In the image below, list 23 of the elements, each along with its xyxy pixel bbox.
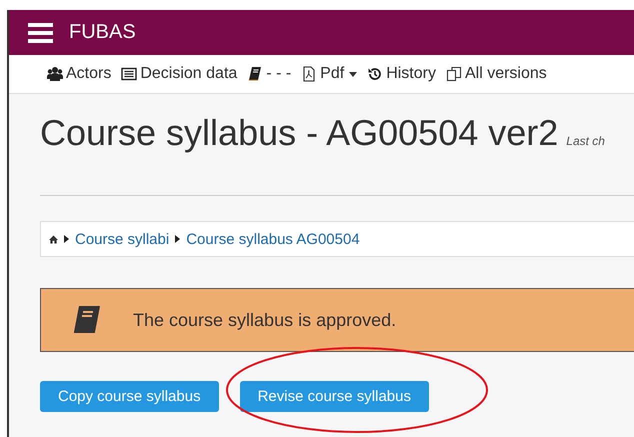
app-title: FUBAS <box>69 21 136 44</box>
book-icon <box>247 66 264 82</box>
toolbar-button[interactable]: Pdf <box>301 65 358 83</box>
users-icon <box>47 66 63 82</box>
pdf-file-icon <box>301 66 318 82</box>
toolbar-button[interactable]: All versions <box>446 65 547 83</box>
toolbar-button[interactable]: Actors <box>47 65 112 83</box>
toolbar-button[interactable]: Decision data <box>121 65 238 83</box>
book-icon <box>71 304 103 336</box>
chevron-icon <box>64 235 69 243</box>
history-icon <box>367 66 384 82</box>
toolbar-button[interactable]: History <box>367 65 436 83</box>
chevron-icon <box>175 235 180 243</box>
toolbar-button[interactable]: - - - <box>247 65 292 83</box>
page-title: Course syllabus - AG00504 ver2 <box>40 112 558 154</box>
last-changed-note: Last ch <box>566 134 605 148</box>
alert-message: The course syllabus is approved. <box>133 310 396 330</box>
breadcrumb-link[interactable]: Course syllabi <box>75 230 170 248</box>
list-icon <box>121 66 138 82</box>
menu-icon[interactable] <box>28 22 53 42</box>
home-icon[interactable] <box>49 234 58 244</box>
copy-icon <box>446 66 462 82</box>
breadcrumb-link[interactable]: Course syllabus AG00504 <box>186 230 360 248</box>
